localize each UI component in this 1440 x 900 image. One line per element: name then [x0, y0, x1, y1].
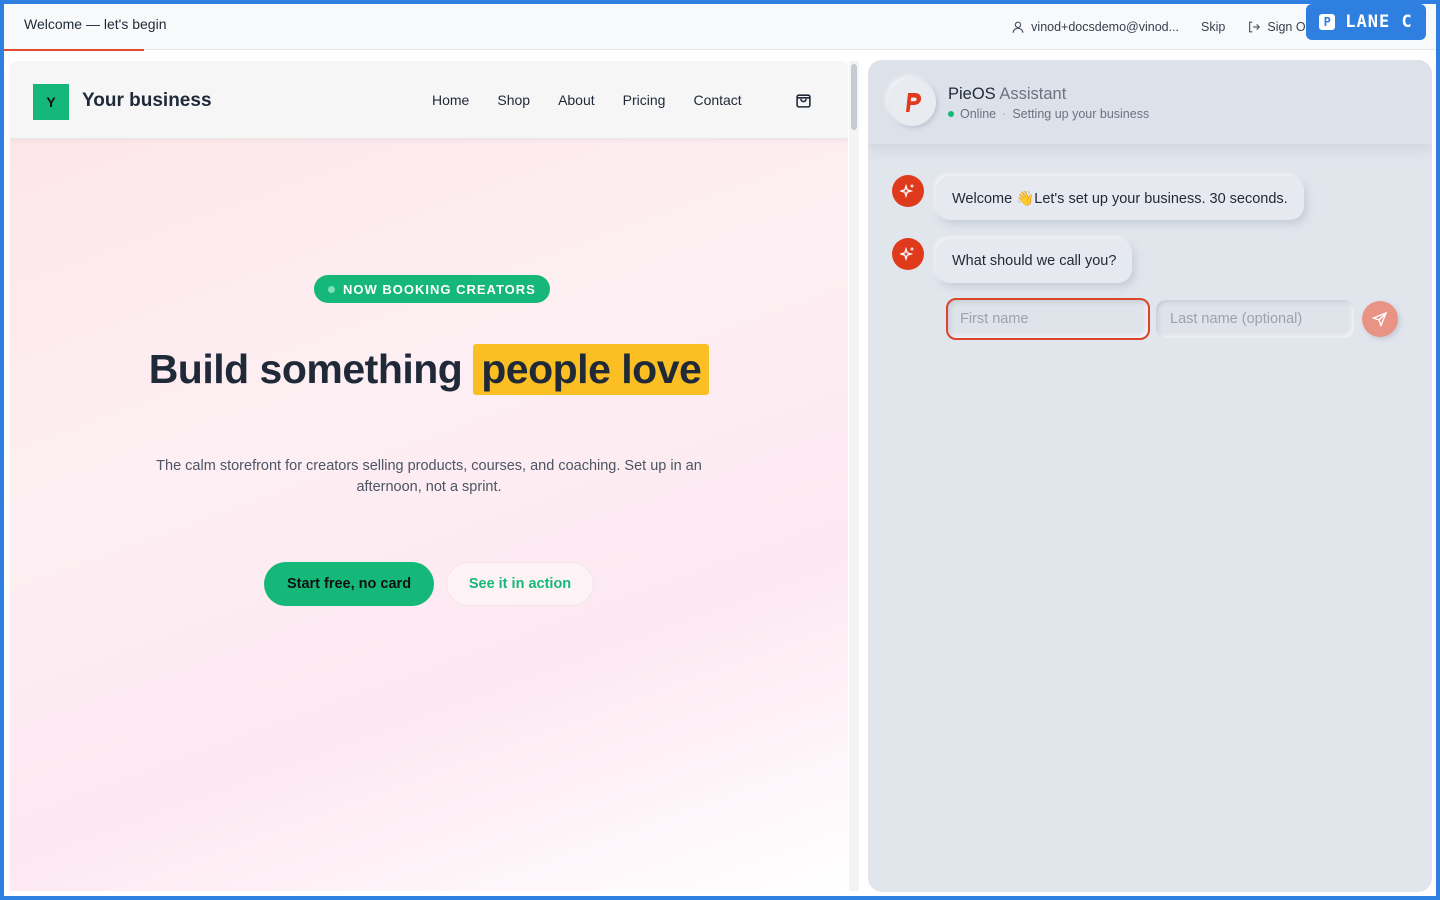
nav-contact[interactable]: Contact [693, 92, 741, 108]
headline-highlight: people love [473, 344, 710, 395]
lane-label: LANE C [1345, 12, 1413, 32]
user-icon [1012, 21, 1024, 33]
send-button[interactable] [1362, 301, 1398, 337]
account-controls: vinod+docsdemo@vinod... Skip Sign Out [1011, 4, 1316, 50]
onboarding-progress-bar [4, 49, 144, 51]
assistant-avatar [888, 78, 936, 126]
badge-dot [328, 285, 335, 293]
lane-badge: P LANE C [1306, 4, 1426, 40]
brand-name[interactable]: Your business [82, 90, 212, 112]
preview-scrollbar[interactable] [851, 64, 857, 130]
preview-scroll-track[interactable] [849, 61, 859, 891]
site-logo[interactable]: Y [33, 84, 69, 120]
assistant-title: PieOS Assistant [948, 85, 1066, 104]
skip-button[interactable]: Skip [1201, 20, 1225, 34]
pieos-logo-icon [906, 93, 922, 112]
last-name-input[interactable] [1156, 300, 1354, 338]
lane-p-icon: P [1319, 14, 1336, 30]
see-in-action-button[interactable]: See it in action [446, 562, 594, 606]
chat-message: Welcome 👋Let's set up your business. 30 … [936, 176, 1304, 220]
hero-badge-label: NOW BOOKING CREATORS [343, 281, 536, 297]
sign-out-icon [1249, 21, 1261, 33]
assistant-header: PieOS Assistant Online · Setting up your… [868, 60, 1432, 144]
assistant-name: PieOS [948, 85, 996, 103]
hero-subtext: The calm storefront for creators selling… [156, 458, 702, 495]
page-title: Welcome — let's begin [24, 16, 167, 32]
app-frame: Welcome — let's begin vinod+docsdemo@vin… [4, 4, 1436, 896]
nav-pricing[interactable]: Pricing [623, 92, 666, 108]
sparkle-icon [900, 246, 914, 262]
status-separator: · [1002, 107, 1007, 121]
user-account[interactable]: vinod+docsdemo@vinod... [1011, 20, 1179, 34]
bot-avatar [892, 175, 924, 207]
start-free-button[interactable]: Start free, no card [264, 562, 434, 606]
assistant-panel: PieOS Assistant Online · Setting up your… [868, 60, 1432, 892]
send-icon [1372, 311, 1388, 327]
nav-about[interactable]: About [558, 92, 595, 108]
top-bar: Welcome — let's begin vinod+docsdemo@vin… [4, 4, 1436, 51]
assistant-status: Online · Setting up your business [948, 107, 1149, 121]
nav-home[interactable]: Home [432, 92, 469, 108]
site-nav-links: Home Shop About Pricing Contact [432, 92, 742, 108]
nav-shop[interactable]: Shop [497, 92, 530, 108]
status-text: Online [960, 107, 997, 121]
user-email: vinod+docsdemo@vinod... [1031, 20, 1180, 34]
status-detail: Setting up your business [1012, 107, 1150, 121]
cart-icon[interactable] [795, 92, 812, 109]
site-preview: Y Your business Home Shop About Pricing … [10, 61, 848, 891]
hero-badge: NOW BOOKING CREATORS [314, 275, 550, 303]
bot-avatar [892, 238, 924, 270]
online-indicator [948, 111, 954, 117]
first-name-input[interactable] [946, 298, 1150, 340]
headline-plain: Build something [148, 346, 463, 392]
hero-headline: Build something people love [10, 344, 848, 395]
assistant-name-suffix: Assistant [999, 85, 1067, 103]
sparkle-icon [900, 183, 914, 199]
site-header: Y Your business Home Shop About Pricing … [10, 61, 848, 139]
chat-message: What should we call you? [936, 239, 1133, 283]
